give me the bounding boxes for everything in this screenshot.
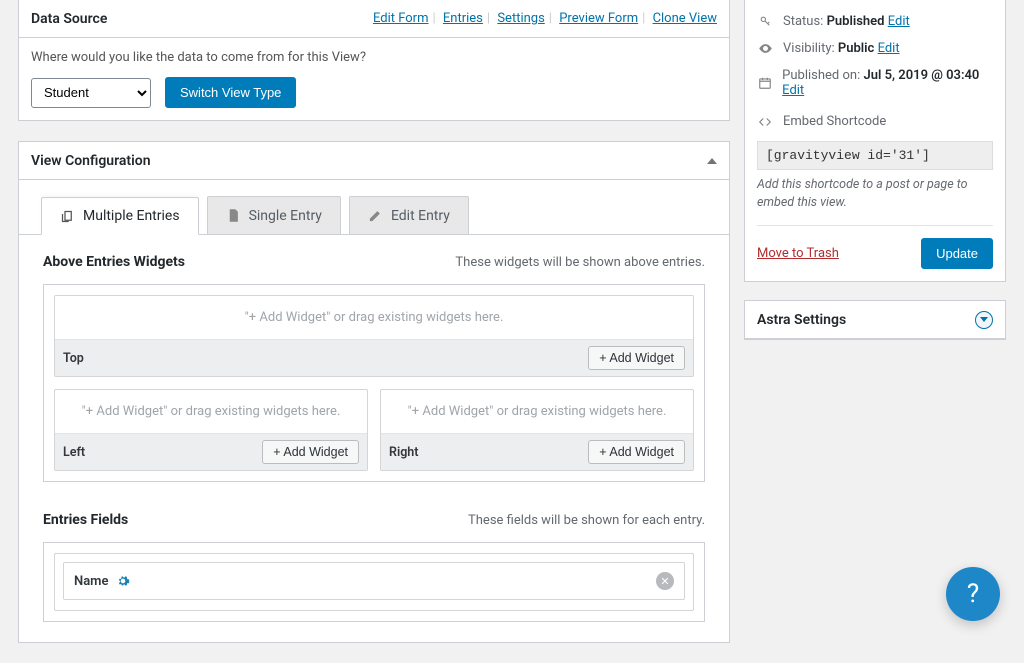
key-icon (757, 15, 773, 28)
link-edit-form[interactable]: Edit Form (373, 11, 429, 26)
view-config-tabs: Multiple Entries Single Entry Edit Entry (19, 180, 729, 235)
embed-row: Embed Shortcode (757, 104, 993, 135)
widget-zone-right[interactable]: "+ Add Widget" or drag existing widgets … (380, 389, 694, 471)
data-source-box: Data Source Edit Form| Entries| Settings… (18, 0, 730, 121)
link-clone-view[interactable]: Clone View (653, 11, 717, 26)
astra-settings-box: Astra Settings (744, 300, 1006, 340)
add-widget-button-top[interactable]: + Add Widget (588, 346, 685, 370)
visibility-label: Visibility: (783, 41, 835, 56)
view-configuration-box: View Configuration Multiple Entries Sing… (18, 141, 730, 643)
above-widgets-heading: Above Entries Widgets (43, 254, 185, 270)
data-source-select[interactable]: Student (31, 78, 151, 108)
add-widget-button-right[interactable]: + Add Widget (588, 440, 685, 464)
help-button[interactable]: ? (946, 567, 1000, 621)
tab-label: Single Entry (249, 208, 322, 224)
status-row: Status: Published Edit (757, 8, 993, 35)
calendar-icon (757, 76, 772, 90)
copy-icon (60, 209, 75, 224)
published-value: Jul 5, 2019 @ 03:40 (863, 68, 979, 83)
chevron-down-icon[interactable] (975, 311, 993, 329)
zone-label-top: Top (63, 351, 84, 366)
entries-fields-heading: Entries Fields (43, 512, 128, 528)
move-to-trash-link[interactable]: Move to Trash (757, 246, 839, 261)
code-icon (757, 115, 773, 129)
shortcode-input[interactable]: [gravityview id='31'] (757, 141, 993, 170)
data-source-links: Edit Form| Entries| Settings| Preview Fo… (373, 11, 717, 26)
edit-icon (368, 208, 383, 223)
status-label: Status: (783, 14, 823, 29)
data-source-title: Data Source (31, 11, 107, 27)
entries-fields-hint: These fields will be shown for each entr… (468, 513, 705, 528)
visibility-row: Visibility: Public Edit (757, 35, 993, 62)
tab-multiple-entries[interactable]: Multiple Entries (41, 197, 199, 235)
dropzone-hint: "+ Add Widget" or drag existing widgets … (55, 390, 367, 433)
view-configuration-title: View Configuration (31, 153, 151, 169)
link-entries[interactable]: Entries (443, 11, 483, 26)
above-widgets-hint: These widgets will be shown above entrie… (455, 255, 705, 270)
publish-box: Status: Published Edit Visibility: Publi… (744, 0, 1006, 282)
astra-settings-header[interactable]: Astra Settings (745, 301, 1005, 339)
edit-status-link[interactable]: Edit (888, 14, 910, 29)
tab-label: Edit Entry (391, 208, 450, 224)
field-item-name[interactable]: Name ✕ (63, 562, 685, 600)
tab-edit-entry[interactable]: Edit Entry (349, 196, 469, 234)
widget-zone-top[interactable]: "+ Add Widget" or drag existing widgets … (54, 295, 694, 377)
dropzone-hint: "+ Add Widget" or drag existing widgets … (55, 296, 693, 339)
entries-fields-zone[interactable]: Name ✕ (54, 553, 694, 611)
remove-field-icon[interactable]: ✕ (656, 572, 674, 590)
help-icon: ? (967, 579, 979, 609)
astra-settings-title: Astra Settings (757, 312, 846, 328)
link-settings[interactable]: Settings (497, 11, 544, 26)
document-icon (226, 208, 241, 223)
field-label: Name (74, 574, 108, 589)
published-label: Published on: (782, 68, 860, 83)
tab-label: Multiple Entries (83, 208, 180, 224)
link-preview-form[interactable]: Preview Form (559, 11, 638, 26)
gear-icon[interactable] (116, 574, 130, 588)
data-source-question: Where would you like the data to come fr… (31, 50, 717, 65)
update-button[interactable]: Update (921, 238, 993, 269)
edit-visibility-link[interactable]: Edit (878, 41, 900, 56)
tab-single-entry[interactable]: Single Entry (207, 196, 341, 234)
status-value: Published (827, 14, 885, 29)
visibility-value: Public (838, 41, 874, 56)
switch-view-type-button[interactable]: Switch View Type (165, 77, 296, 108)
add-widget-button-left[interactable]: + Add Widget (262, 440, 359, 464)
zone-label-right: Right (389, 445, 418, 460)
published-row: Published on: Jul 5, 2019 @ 03:40 Edit (757, 62, 993, 104)
above-widgets-container: "+ Add Widget" or drag existing widgets … (43, 284, 705, 482)
collapse-toggle-icon[interactable] (707, 158, 717, 164)
shortcode-hint: Add this shortcode to a post or page to … (757, 176, 993, 211)
dropzone-hint: "+ Add Widget" or drag existing widgets … (381, 390, 693, 433)
zone-label-left: Left (63, 445, 85, 460)
tab-content-multiple: Above Entries Widgets These widgets will… (19, 234, 729, 642)
entries-fields-container: Name ✕ (43, 542, 705, 622)
widget-zone-left[interactable]: "+ Add Widget" or drag existing widgets … (54, 389, 368, 471)
eye-icon (757, 41, 773, 56)
embed-label: Embed Shortcode (783, 114, 886, 129)
edit-date-link[interactable]: Edit (782, 83, 804, 98)
